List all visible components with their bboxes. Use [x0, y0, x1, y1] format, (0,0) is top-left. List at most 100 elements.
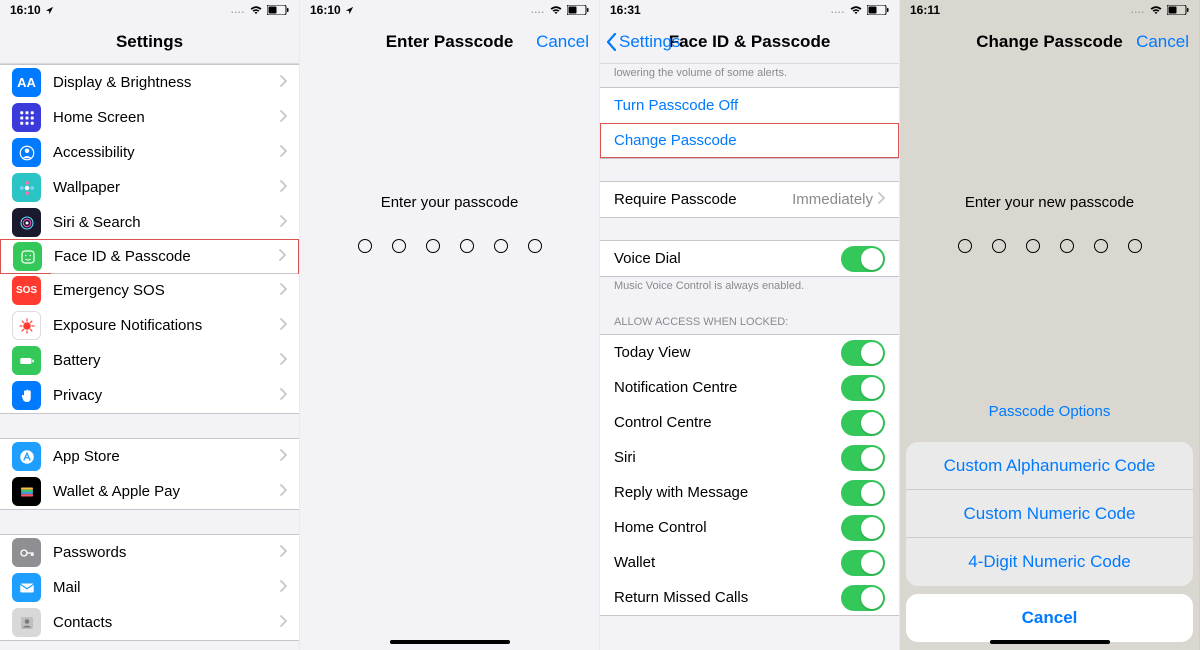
home-indicator[interactable]: [390, 640, 510, 644]
passcode-dot: [528, 239, 542, 253]
row-label: Contacts: [53, 614, 279, 631]
row-label: Siri: [614, 449, 841, 466]
row-label: Return Missed Calls: [614, 589, 841, 606]
row-label: App Store: [53, 448, 279, 465]
passcode-dot: [958, 239, 972, 253]
section-header: ALLOW ACCESS WHEN LOCKED:: [600, 300, 899, 334]
AA-icon: AA: [12, 68, 41, 97]
sheet-option-custom-alphanumeric-code[interactable]: Custom Alphanumeric Code: [906, 442, 1193, 490]
toggle-switch[interactable]: [841, 340, 885, 366]
settings-row-wallet-apple-pay[interactable]: Wallet & Apple Pay: [0, 474, 299, 509]
passcode-dot: [1026, 239, 1040, 253]
allow-row-control-centre[interactable]: Control Centre: [600, 405, 899, 440]
chevron-right-icon: [279, 579, 287, 597]
key-icon: [12, 538, 41, 567]
SOS-icon: SOS: [12, 276, 41, 305]
nav-bar: Enter Passcode Cancel: [300, 20, 599, 64]
back-label: Settings: [619, 32, 680, 52]
home-indicator[interactable]: [990, 640, 1110, 644]
contacts-icon: [12, 608, 41, 637]
action-sheet-cancel[interactable]: Cancel: [906, 594, 1193, 642]
battery-icon: [12, 346, 41, 375]
passcode-dots: [300, 239, 599, 253]
cancel-button[interactable]: Cancel: [1136, 32, 1189, 52]
chevron-right-icon: [279, 387, 287, 405]
settings-row-exposure-notifications[interactable]: Exposure Notifications: [0, 308, 299, 343]
turn-passcode-off-row[interactable]: Turn Passcode Off: [600, 88, 899, 123]
cancel-button[interactable]: Cancel: [536, 32, 589, 52]
cellular-dots: ....: [231, 5, 245, 15]
panel-enter-passcode: 16:10 .... Enter Passcode Cancel Enter y…: [300, 0, 600, 650]
settings-row-battery[interactable]: Battery: [0, 343, 299, 378]
row-label: Emergency SOS: [53, 282, 279, 299]
allow-row-home-control[interactable]: Home Control: [600, 510, 899, 545]
row-label: Wallet: [614, 554, 841, 571]
toggle-switch[interactable]: [841, 515, 885, 541]
chevron-right-icon: [279, 483, 287, 501]
settings-scroll[interactable]: AADisplay & BrightnessHome ScreenAccessi…: [0, 64, 299, 650]
toggle-switch[interactable]: [841, 410, 885, 436]
settings-row-app-store[interactable]: App Store: [0, 439, 299, 474]
chevron-right-icon: [279, 214, 287, 232]
nav-bar: Settings: [0, 20, 299, 64]
settings-row-home-screen[interactable]: Home Screen: [0, 100, 299, 135]
row-label: Change Passcode: [614, 132, 737, 149]
allow-row-reply-with-message[interactable]: Reply with Message: [600, 475, 899, 510]
row-label: Notification Centre: [614, 379, 841, 396]
row-label: Control Centre: [614, 414, 841, 431]
toggle-switch[interactable]: [841, 480, 885, 506]
settings-row-contacts[interactable]: Contacts: [0, 605, 299, 640]
location-icon: [345, 6, 354, 15]
nav-title: Change Passcode: [976, 32, 1122, 52]
toggle-switch[interactable]: [841, 585, 885, 611]
settings-row-wallpaper[interactable]: Wallpaper: [0, 170, 299, 205]
row-label: Siri & Search: [53, 214, 279, 231]
settings-row-emergency-sos[interactable]: SOS Emergency SOS: [0, 273, 299, 308]
settings-row-mail[interactable]: Mail: [0, 570, 299, 605]
allow-row-notification-centre[interactable]: Notification Centre: [600, 370, 899, 405]
passcode-dot: [992, 239, 1006, 253]
toggle-switch[interactable]: [841, 375, 885, 401]
toggle-switch[interactable]: [841, 550, 885, 576]
chevron-right-icon: [278, 248, 286, 266]
chevron-right-icon: [279, 144, 287, 162]
passcode-options-link[interactable]: Passcode Options: [989, 403, 1111, 420]
passcode-dot: [426, 239, 440, 253]
faceid-scroll[interactable]: lowering the volume of some alerts. Turn…: [600, 64, 899, 650]
allow-row-wallet[interactable]: Wallet: [600, 545, 899, 580]
allow-row-today-view[interactable]: Today View: [600, 335, 899, 370]
settings-row-passwords[interactable]: Passwords: [0, 535, 299, 570]
sheet-option-4-digit-numeric-code[interactable]: 4-Digit Numeric Code: [906, 538, 1193, 586]
passcode-dot: [1128, 239, 1142, 253]
allow-row-siri[interactable]: Siri: [600, 440, 899, 475]
settings-row-face-id-passcode[interactable]: Face ID & Passcode: [0, 239, 299, 274]
passcode-body: Enter your passcode: [300, 64, 599, 650]
sheet-option-custom-numeric-code[interactable]: Custom Numeric Code: [906, 490, 1193, 538]
battery-icon: [1167, 5, 1189, 15]
settings-row-accessibility[interactable]: Accessibility: [0, 135, 299, 170]
passcode-dot: [494, 239, 508, 253]
voice-dial-switch[interactable]: [841, 246, 885, 272]
status-bar: 16:10 ....: [0, 0, 299, 20]
status-time: 16:10: [310, 3, 341, 17]
nav-title: Face ID & Passcode: [669, 32, 831, 52]
status-bar: 16:10 ....: [300, 0, 599, 20]
status-time: 16:11: [910, 3, 940, 17]
back-button[interactable]: Settings: [606, 32, 680, 52]
row-label: Turn Passcode Off: [614, 97, 738, 114]
allow-row-return-missed-calls[interactable]: Return Missed Calls: [600, 580, 899, 615]
settings-row-siri-search[interactable]: Siri & Search: [0, 205, 299, 240]
settings-row-privacy[interactable]: Privacy: [0, 378, 299, 413]
row-label: Face ID & Passcode: [54, 248, 278, 265]
toggle-switch[interactable]: [841, 445, 885, 471]
cellular-dots: ....: [531, 5, 545, 15]
chevron-right-icon: [279, 448, 287, 466]
require-passcode-row[interactable]: Require Passcode Immediately: [600, 182, 899, 217]
battery-icon: [567, 5, 589, 15]
change-passcode-row[interactable]: Change Passcode: [600, 123, 899, 158]
location-icon: [45, 6, 54, 15]
voice-dial-row[interactable]: Voice Dial: [600, 241, 899, 276]
settings-row-display-brightness[interactable]: AADisplay & Brightness: [0, 65, 299, 100]
status-bar: 16:31 ....: [600, 0, 899, 20]
nav-bar: Change Passcode Cancel: [900, 20, 1199, 64]
